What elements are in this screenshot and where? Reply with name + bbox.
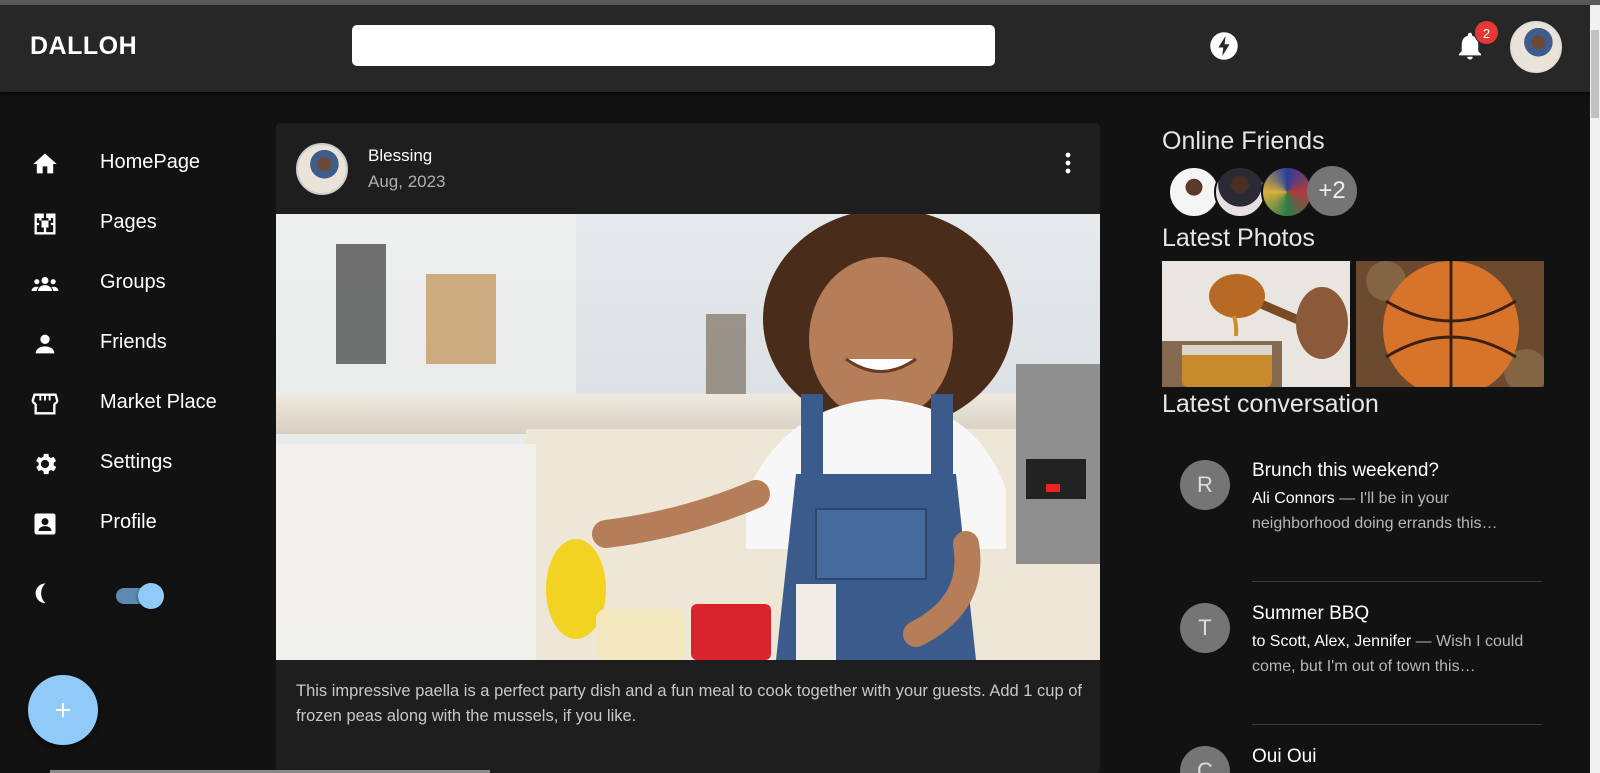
online-friends-title: Online Friends: [1162, 127, 1325, 155]
moon-icon: [35, 583, 46, 604]
post-photo[interactable]: [276, 214, 1100, 660]
latest-photo-honey[interactable]: [1162, 261, 1350, 387]
conversation-title: Brunch this weekend?: [1252, 460, 1439, 481]
more-online-friends[interactable]: +2: [1307, 166, 1357, 216]
online-friend-avatar[interactable]: [1214, 166, 1266, 218]
gear-icon: [36, 453, 57, 475]
toggle-knob: [138, 583, 164, 609]
latest-photo-basketball[interactable]: [1356, 261, 1544, 387]
basketball-photo: [1356, 261, 1544, 387]
post-date: Aug, 2023: [368, 172, 446, 191]
scrollbar-thumb[interactable]: [1591, 30, 1599, 118]
sidebar-item-label: Profile: [100, 511, 157, 533]
conversation-preview: Ali Connors — I'll be in your neighborho…: [1252, 486, 1542, 536]
conversation-title: Oui Oui: [1252, 746, 1317, 767]
conversation-title: Summer BBQ: [1252, 603, 1370, 624]
notification-badge: 2: [1474, 20, 1499, 45]
page-scrollbar[interactable]: [1590, 5, 1600, 773]
app-bar: DALLOH 2: [0, 5, 1590, 92]
latest-conversation-title: Latest conversation: [1162, 390, 1379, 418]
sidebar-item-homepage[interactable]: HomePage: [0, 138, 260, 188]
sidebar-item-pages[interactable]: Pages: [0, 198, 260, 248]
post-author-avatar[interactable]: [296, 143, 348, 195]
conversation-avatar: T: [1180, 603, 1230, 653]
online-friend-avatar[interactable]: [1168, 166, 1220, 218]
search-input[interactable]: [352, 25, 995, 66]
dark-mode-toggle[interactable]: [116, 583, 164, 609]
conversation-item[interactable]: C Oui Oui: [1162, 741, 1542, 773]
conversation-avatar: R: [1180, 460, 1230, 510]
bolt-icon[interactable]: [1209, 31, 1239, 61]
sidebar-item-label: Pages: [100, 211, 157, 233]
sidebar-item-label: HomePage: [100, 151, 201, 173]
plus-icon: [56, 703, 70, 717]
conversation-sender: Ali Connors: [1252, 490, 1335, 507]
sidebar-item-label: Friends: [100, 331, 167, 353]
sidebar-item-market-place[interactable]: Market Place: [0, 378, 260, 428]
user-avatar[interactable]: [1510, 21, 1562, 73]
person-icon: [35, 334, 55, 354]
sidebar-item-profile[interactable]: Profile: [0, 498, 260, 548]
sidebar-item-settings[interactable]: Settings: [0, 438, 260, 488]
conversation-sender: to Scott, Alex, Jennifer: [1252, 633, 1412, 650]
conversation-divider: [1252, 581, 1542, 582]
storefront-icon: [31, 393, 59, 415]
conversation-preview: to Scott, Alex, Jennifer — Wish I could …: [1252, 629, 1542, 679]
sidebar-item-label: Settings: [100, 451, 173, 473]
groups-icon: [31, 277, 59, 291]
pages-icon: [34, 213, 56, 235]
sidebar-item-friends[interactable]: Friends: [0, 318, 260, 368]
add-post-button[interactable]: [28, 675, 98, 745]
sidebar-item-groups[interactable]: Groups: [0, 258, 260, 308]
latest-photos-title: Latest Photos: [1162, 224, 1315, 252]
brand-logo[interactable]: DALLOH: [30, 32, 137, 61]
post-text: This impressive paella is a perfect part…: [296, 682, 1083, 725]
honey-photo: [1162, 261, 1350, 387]
profile-card-icon: [34, 513, 56, 535]
sidebar-item-label: Market Place: [100, 391, 217, 413]
online-friend-avatar[interactable]: [1261, 166, 1313, 218]
conversation-divider: [1252, 724, 1542, 725]
post-card: Blessing Aug, 2023 This impressive paell…: [276, 123, 1100, 773]
kitchen-girl-photo: [276, 214, 1100, 660]
sidebar-item-label: Groups: [100, 271, 166, 293]
home-icon: [33, 153, 57, 174]
post-author-name[interactable]: Blessing: [368, 146, 432, 166]
conversation-avatar: C: [1180, 746, 1230, 773]
more-options-icon[interactable]: [1056, 148, 1080, 178]
